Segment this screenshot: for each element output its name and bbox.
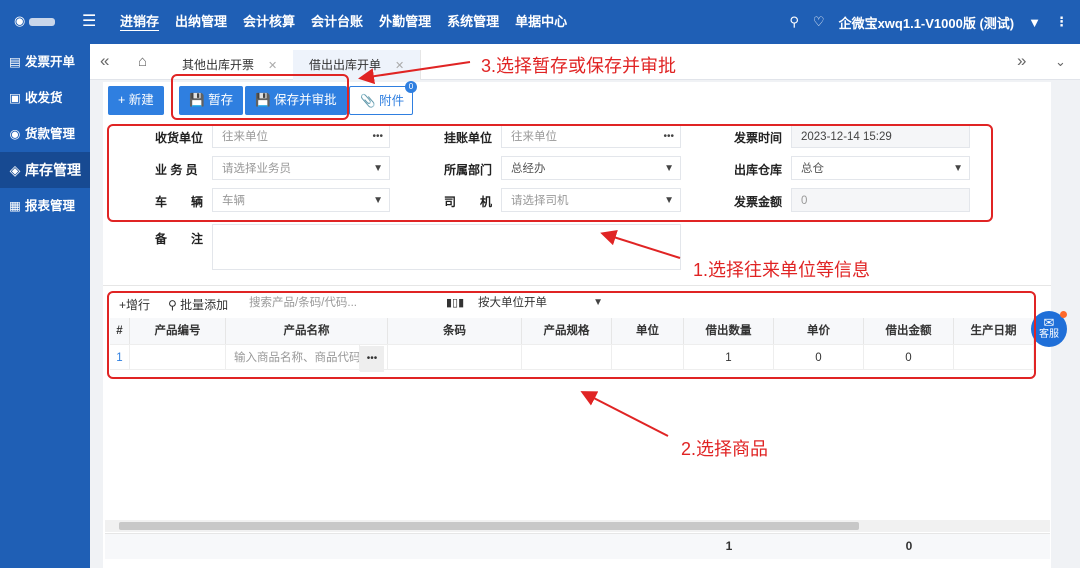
arrow-step3 (358, 61, 471, 85)
annotation-step1: 1.选择往来单位等信息 (693, 260, 871, 280)
arrow-step1 (600, 229, 681, 259)
annotation-arrows (358, 61, 681, 437)
annotation-step2: 2.选择商品 (681, 439, 769, 459)
arrow-step2 (580, 391, 669, 437)
annotation-step3: 3.选择暂存或保存并审批 (481, 56, 677, 76)
